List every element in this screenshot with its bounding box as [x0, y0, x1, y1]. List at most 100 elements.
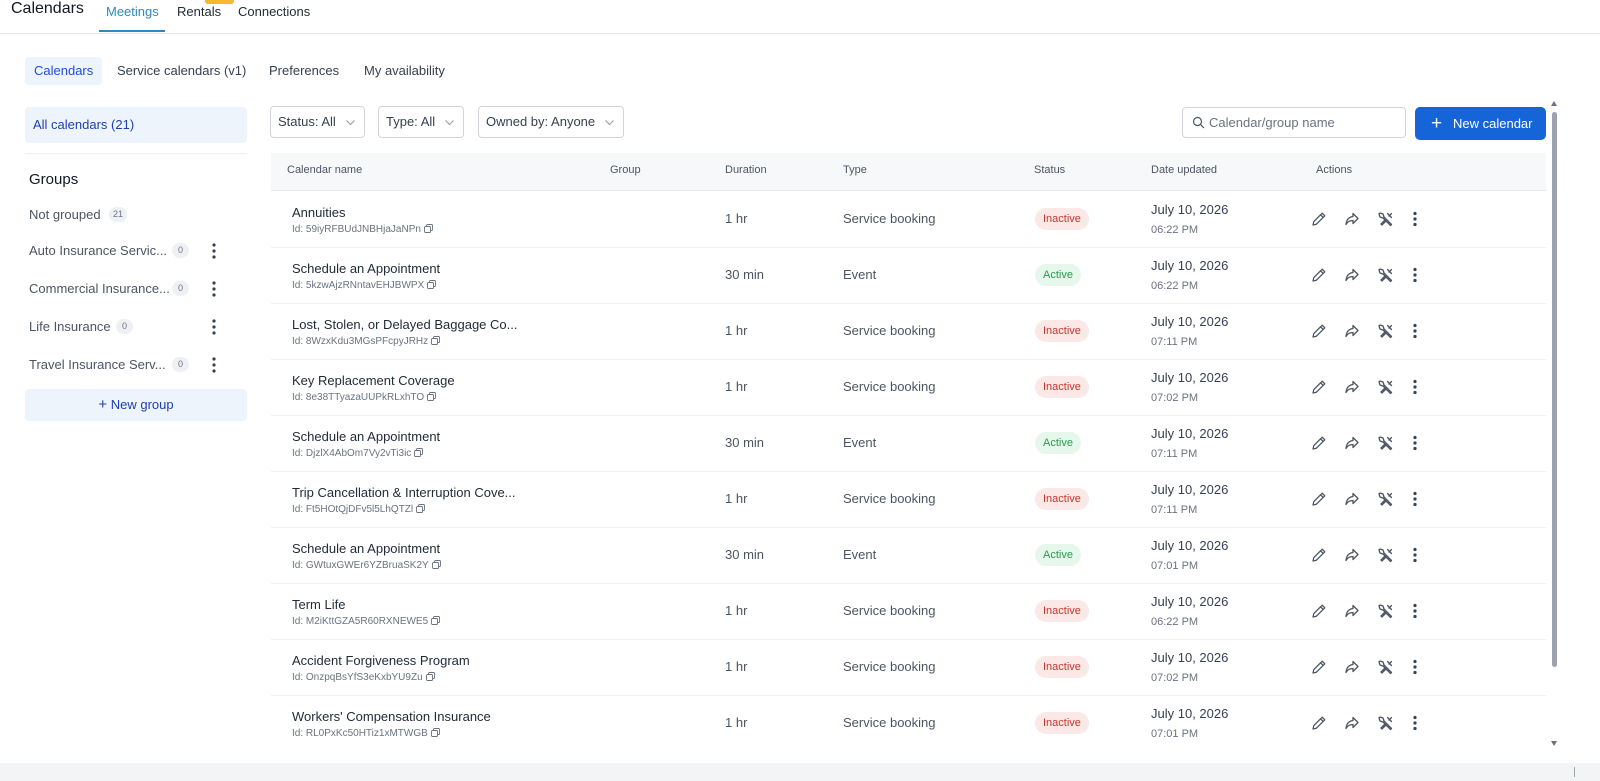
subtab-calendars[interactable]: Calendars: [25, 57, 103, 85]
more-vertical-icon[interactable]: [211, 355, 217, 375]
table-row[interactable]: Schedule an Appointment Id: 5kzwAjzRNntav…: [271, 247, 1546, 304]
tools-icon[interactable]: [1376, 321, 1396, 341]
scrollbar-thumb[interactable]: [1552, 112, 1557, 667]
more-vertical-icon[interactable]: [1405, 545, 1425, 565]
more-vertical-icon[interactable]: [1405, 601, 1425, 621]
tools-icon[interactable]: [1376, 713, 1396, 733]
pencil-icon[interactable]: [1309, 489, 1329, 509]
pencil-icon[interactable]: [1309, 433, 1329, 453]
search-input[interactable]: [1209, 108, 1399, 137]
more-vertical-icon[interactable]: [1405, 657, 1425, 677]
all-calendars-item[interactable]: All calendars (21): [25, 107, 247, 143]
table-row[interactable]: Lost, Stolen, or Delayed Baggage Co... Id…: [271, 303, 1546, 360]
group-item-commercial-insurance[interactable]: Commercial Insurance... 0: [29, 278, 247, 300]
share-icon[interactable]: [1342, 713, 1362, 733]
scroll-down-arrow[interactable]: [1551, 741, 1557, 746]
tab-meetings[interactable]: Meetings: [106, 4, 159, 19]
scroll-up-arrow[interactable]: [1551, 101, 1557, 106]
calendar-name[interactable]: Term Life: [292, 597, 345, 612]
copy-icon[interactable]: [431, 336, 441, 345]
copy-icon[interactable]: [431, 616, 441, 625]
pencil-icon[interactable]: [1309, 209, 1329, 229]
table-row[interactable]: Accident Forgiveness Program Id: OnzpqBsY…: [271, 639, 1546, 696]
tools-icon[interactable]: [1376, 377, 1396, 397]
share-icon[interactable]: [1342, 489, 1362, 509]
more-vertical-icon[interactable]: [211, 279, 217, 299]
status-filter[interactable]: Status: All: [270, 106, 365, 138]
pencil-icon[interactable]: [1309, 265, 1329, 285]
copy-icon[interactable]: [431, 560, 441, 569]
calendar-name[interactable]: Workers' Compensation Insurance: [292, 709, 491, 724]
tab-rentals[interactable]: Rentals: [177, 4, 221, 19]
column-header[interactable]: Calendar name: [287, 164, 362, 176]
subtab-service-calendars[interactable]: Service calendars (v1): [108, 57, 255, 85]
more-vertical-icon[interactable]: [1405, 433, 1425, 453]
more-vertical-icon[interactable]: [1405, 489, 1425, 509]
share-icon[interactable]: [1342, 433, 1362, 453]
subtab-preferences[interactable]: Preferences: [260, 57, 348, 85]
tools-icon[interactable]: [1376, 209, 1396, 229]
copy-icon[interactable]: [430, 728, 440, 737]
subtab-my-availability[interactable]: My availability: [355, 57, 454, 85]
share-icon[interactable]: [1342, 601, 1362, 621]
more-vertical-icon[interactable]: [1405, 209, 1425, 229]
owned-by-filter[interactable]: Owned by: Anyone: [478, 106, 625, 138]
more-vertical-icon[interactable]: [1405, 713, 1425, 733]
new-calendar-button[interactable]: + New calendar: [1415, 107, 1546, 140]
calendar-name[interactable]: Lost, Stolen, or Delayed Baggage Co...: [292, 317, 517, 332]
calendar-name[interactable]: Schedule an Appointment: [292, 541, 440, 556]
pencil-icon[interactable]: [1309, 377, 1329, 397]
more-vertical-icon[interactable]: [211, 317, 217, 337]
table-row[interactable]: Key Replacement Coverage Id: 8e38TTyazaUU…: [271, 359, 1546, 416]
tools-icon[interactable]: [1376, 545, 1396, 565]
more-vertical-icon[interactable]: [1405, 321, 1425, 341]
more-vertical-icon[interactable]: [1405, 377, 1425, 397]
share-icon[interactable]: [1342, 377, 1362, 397]
copy-icon[interactable]: [416, 504, 426, 513]
pencil-icon[interactable]: [1309, 657, 1329, 677]
calendar-name[interactable]: Annuities: [292, 205, 345, 220]
table-row[interactable]: Trip Cancellation & Interruption Cove...…: [271, 471, 1546, 528]
more-vertical-icon[interactable]: [211, 241, 217, 261]
pencil-icon[interactable]: [1309, 713, 1329, 733]
group-item-travel-insurance[interactable]: Travel Insurance Serv... 0: [29, 354, 247, 376]
copy-icon[interactable]: [423, 224, 433, 233]
tools-icon[interactable]: [1376, 657, 1396, 677]
copy-icon[interactable]: [427, 280, 437, 289]
calendar-name[interactable]: Schedule an Appointment: [292, 261, 440, 276]
tools-icon[interactable]: [1376, 601, 1396, 621]
tools-icon[interactable]: [1376, 265, 1396, 285]
copy-icon[interactable]: [425, 672, 435, 681]
share-icon[interactable]: [1342, 265, 1362, 285]
calendar-name[interactable]: Accident Forgiveness Program: [292, 653, 470, 668]
group-item-auto-insurance[interactable]: Auto Insurance Servic... 0: [29, 240, 247, 262]
group-item-life-insurance[interactable]: Life Insurance 0: [29, 316, 247, 338]
share-icon[interactable]: [1342, 545, 1362, 565]
pencil-icon[interactable]: [1309, 321, 1329, 341]
calendar-name[interactable]: Schedule an Appointment: [292, 429, 440, 444]
tools-icon[interactable]: [1376, 433, 1396, 453]
column-header[interactable]: Date updated: [1151, 164, 1217, 176]
pencil-icon[interactable]: [1309, 545, 1329, 565]
table-row[interactable]: Term Life Id: M2iKttGZA5R60RXNEWE5 1 hr Ser…: [271, 583, 1546, 640]
table-row[interactable]: Workers' Compensation Insurance Id: RL0Px…: [271, 695, 1546, 750]
new-group-button[interactable]: + New group: [25, 389, 247, 421]
search-box[interactable]: [1182, 107, 1406, 138]
table-row[interactable]: Schedule an Appointment Id: GWtuxGWEr6YZB…: [271, 527, 1546, 584]
chevron-down-icon: [445, 120, 455, 126]
copy-icon[interactable]: [414, 448, 424, 457]
share-icon[interactable]: [1342, 657, 1362, 677]
copy-icon[interactable]: [427, 392, 437, 401]
more-vertical-icon[interactable]: [1405, 265, 1425, 285]
type-filter[interactable]: Type: All: [378, 106, 465, 138]
pencil-icon[interactable]: [1309, 601, 1329, 621]
table-row[interactable]: Schedule an Appointment Id: DjzlX4AbOm7Vy…: [271, 415, 1546, 472]
group-item-not-grouped[interactable]: Not grouped 21: [29, 204, 247, 226]
table-row[interactable]: Annuities Id: 59iyRFBUdJNBHjaJaNPn 1 hr Ser…: [271, 191, 1546, 248]
tools-icon[interactable]: [1376, 489, 1396, 509]
share-icon[interactable]: [1342, 209, 1362, 229]
calendar-name[interactable]: Trip Cancellation & Interruption Cove...: [292, 485, 516, 500]
share-icon[interactable]: [1342, 321, 1362, 341]
calendar-name[interactable]: Key Replacement Coverage: [292, 373, 455, 388]
tab-connections[interactable]: Connections: [238, 4, 310, 19]
